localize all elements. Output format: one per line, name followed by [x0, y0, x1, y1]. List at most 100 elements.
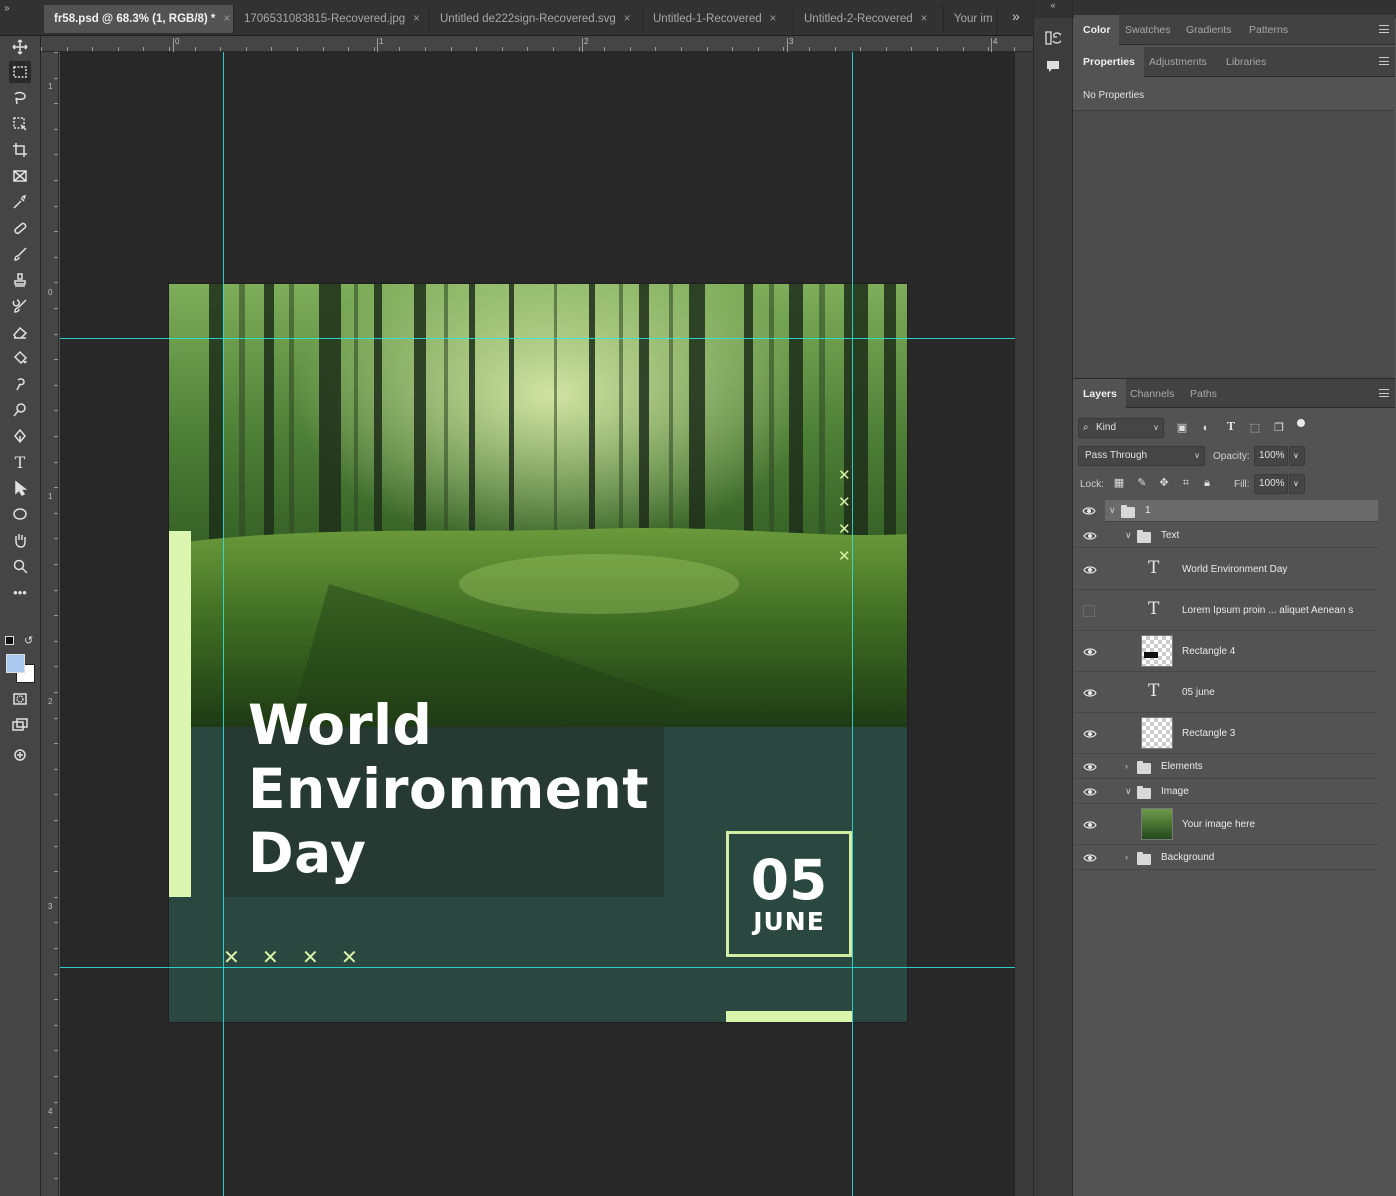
close-icon[interactable]: ×	[624, 13, 631, 25]
fill-dropdown[interactable]: ∨	[1289, 474, 1305, 494]
tab-untitled-2[interactable]: Untitled-2-Recovered ×	[794, 5, 944, 33]
lock-transparent-icon[interactable]: ▦	[1112, 476, 1126, 490]
tab-your-image[interactable]: Your im	[944, 5, 998, 33]
tab-swatches[interactable]: Swatches	[1116, 15, 1180, 45]
guide-vertical[interactable]	[223, 52, 224, 1196]
smudge-icon[interactable]	[9, 373, 31, 395]
tab-color[interactable]: Color	[1074, 15, 1120, 45]
edit-toolbar-icon[interactable]	[9, 744, 31, 766]
lock-all-icon[interactable]: 🔒︎	[1200, 476, 1214, 490]
eye-icon[interactable]	[1083, 853, 1097, 863]
chevron-down-icon[interactable]: ∨	[1125, 786, 1132, 797]
ellipse-icon[interactable]	[9, 503, 31, 525]
panel-menu-icon[interactable]	[1379, 389, 1389, 397]
paint-bucket-icon[interactable]	[9, 347, 31, 369]
frame-icon[interactable]	[9, 165, 31, 187]
guide-horizontal[interactable]	[60, 967, 1015, 968]
opacity-input[interactable]: 100%	[1254, 446, 1288, 466]
eyedropper-icon[interactable]	[9, 191, 31, 213]
tab-fr58[interactable]: fr58.psd @ 68.3% (1, RGB/8) * ×	[44, 5, 234, 33]
tab-properties[interactable]: Properties	[1074, 47, 1144, 77]
close-icon[interactable]: ×	[223, 13, 230, 25]
tab-paths[interactable]: Paths	[1181, 379, 1226, 409]
filter-shape-icon[interactable]: ⬚	[1248, 421, 1262, 435]
default-colors-icon[interactable]	[5, 636, 14, 645]
panel-menu-icon[interactable]	[1379, 57, 1389, 65]
more-tools-icon[interactable]: •••	[9, 581, 31, 603]
date-badge[interactable]: 05 JUNE	[726, 831, 852, 957]
tab-gradients[interactable]: Gradients	[1177, 15, 1241, 45]
tab-libraries[interactable]: Libraries	[1217, 47, 1275, 77]
type-icon[interactable]: T	[9, 451, 31, 473]
spot-healing-icon[interactable]	[9, 217, 31, 239]
dodge-icon[interactable]	[9, 399, 31, 421]
history-icon[interactable]	[1045, 30, 1063, 46]
eye-icon[interactable]	[1083, 729, 1097, 739]
brush-icon[interactable]	[9, 243, 31, 265]
lock-artboard-icon[interactable]: ⌗	[1179, 476, 1193, 490]
screen-mode-icon[interactable]	[9, 714, 31, 736]
crop-icon[interactable]	[9, 139, 31, 161]
rectangular-marquee-icon[interactable]	[9, 61, 31, 83]
chevron-right-icon[interactable]: ›	[1125, 761, 1128, 771]
blend-mode-select[interactable]: Pass Through ∨	[1078, 446, 1205, 466]
visibility-off-box[interactable]	[1083, 605, 1095, 617]
close-icon[interactable]: ×	[921, 13, 928, 25]
layer-row[interactable]: › Background	[1074, 846, 1378, 870]
tab-adjustments[interactable]: Adjustments	[1140, 47, 1216, 77]
eye-icon[interactable]	[1083, 820, 1097, 830]
opacity-dropdown[interactable]: ∨	[1289, 446, 1305, 466]
hand-icon[interactable]	[9, 529, 31, 551]
canvas-area[interactable]: World Environment Day 05 JUNE ✕ ✕ ✕ ✕ ✕ …	[60, 52, 1015, 1196]
tab-recovered-jpg[interactable]: 1706531083815-Recovered.jpg ×	[234, 5, 430, 33]
layer-row[interactable]: ∨ 1	[1082, 500, 1378, 522]
eraser-icon[interactable]	[9, 321, 31, 343]
design-artboard[interactable]: World Environment Day 05 JUNE ✕ ✕ ✕ ✕ ✕ …	[169, 284, 907, 1022]
foreground-color-swatch[interactable]	[6, 654, 25, 673]
guide-vertical[interactable]	[852, 52, 853, 1196]
filter-smart-object-icon[interactable]: ❐	[1272, 421, 1286, 435]
close-icon[interactable]: ×	[770, 13, 777, 25]
eye-icon[interactable]	[1083, 647, 1097, 657]
zoom-icon[interactable]	[9, 555, 31, 577]
eye-icon[interactable]	[1083, 565, 1097, 575]
fill-input[interactable]: 100%	[1254, 474, 1288, 494]
eye-icon[interactable]	[1083, 531, 1097, 541]
quick-mask-icon[interactable]	[9, 688, 31, 710]
eye-icon[interactable]	[1083, 688, 1097, 698]
swap-colors-icon[interactable]: ↺	[24, 634, 33, 647]
comments-icon[interactable]	[1046, 60, 1060, 74]
tab-untitled-1[interactable]: Untitled-1-Recovered ×	[643, 5, 794, 33]
layer-row[interactable]: Rectangle 3	[1074, 714, 1378, 754]
tab-channels[interactable]: Channels	[1121, 379, 1183, 409]
lock-position-icon[interactable]: ✥	[1157, 476, 1171, 490]
path-selection-icon[interactable]	[9, 477, 31, 499]
filter-toggle-icon[interactable]	[1297, 419, 1305, 427]
layer-row[interactable]: ∨ Image	[1074, 780, 1378, 804]
toolbar-collapse-icon[interactable]: »	[4, 3, 10, 14]
filter-pixel-icon[interactable]: ▣	[1175, 421, 1189, 435]
layer-filter-select[interactable]: ⌕ Kind ∨	[1078, 418, 1164, 438]
object-selection-icon[interactable]	[9, 113, 31, 135]
clone-stamp-icon[interactable]	[9, 269, 31, 291]
chevron-right-icon[interactable]: ›	[1125, 852, 1128, 862]
dock-collapse-icon[interactable]: «	[1034, 0, 1072, 18]
layer-row[interactable]: T 05 june	[1074, 673, 1378, 713]
filter-adjustment-icon[interactable]: ◐	[1199, 421, 1213, 435]
tab-recovered-svg[interactable]: Untitled de222sign-Recovered.svg ×	[430, 5, 643, 33]
lasso-icon[interactable]	[9, 87, 31, 109]
close-icon[interactable]: ×	[413, 13, 420, 25]
layer-row[interactable]: Your image here	[1074, 805, 1378, 845]
eye-icon[interactable]	[1083, 787, 1097, 797]
panel-menu-icon[interactable]	[1379, 25, 1389, 33]
pen-icon[interactable]	[9, 425, 31, 447]
layer-row[interactable]: › Elements	[1074, 755, 1378, 779]
chevron-down-icon[interactable]: ∨	[1109, 505, 1116, 516]
guide-horizontal[interactable]	[60, 338, 1015, 339]
lock-image-icon[interactable]: ✎	[1135, 476, 1149, 490]
tab-patterns[interactable]: Patterns	[1240, 15, 1297, 45]
filter-type-icon[interactable]: T	[1224, 420, 1238, 434]
layer-row[interactable]: T World Environment Day	[1074, 550, 1378, 590]
eye-icon[interactable]	[1083, 762, 1097, 772]
eye-icon[interactable]	[1082, 506, 1096, 516]
